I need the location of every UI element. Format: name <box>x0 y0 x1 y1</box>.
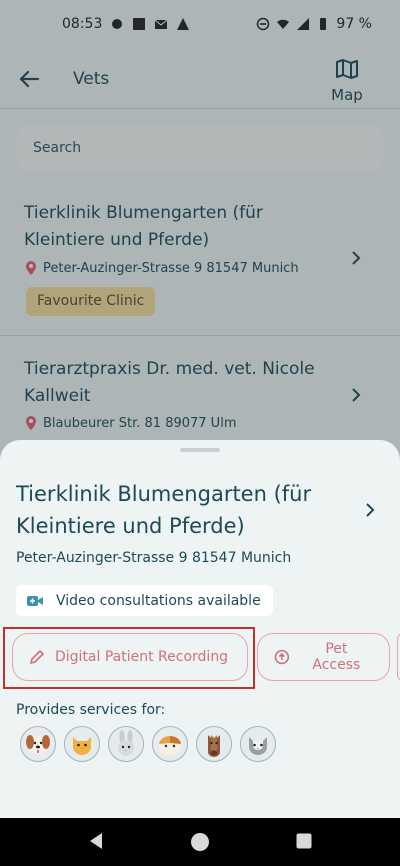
recents-nav-icon[interactable] <box>296 833 312 849</box>
clinic-bottom-sheet: Tierklinik Blumengarten (für Kleintiere … <box>0 440 400 818</box>
status-time: 08:53 <box>62 16 103 32</box>
clinic-address: Peter-Auzinger-Strasse 9 81547 Munich <box>43 260 299 276</box>
highlight-box <box>3 627 255 689</box>
status-bar: 08:53 97 % <box>0 0 400 50</box>
app-bar: Vets Map <box>0 50 400 108</box>
horse-icon <box>196 726 232 762</box>
location-pin-icon <box>26 416 36 430</box>
upload-circle-icon <box>274 649 290 665</box>
battery-percent: 97 % <box>336 16 372 32</box>
rabbit-icon <box>108 726 144 762</box>
chevron-right-icon <box>352 388 361 402</box>
pet-species-list <box>20 726 276 762</box>
battery-icon <box>320 18 327 30</box>
search-input[interactable] <box>17 125 383 171</box>
system-nav-bar <box>0 818 400 866</box>
gmail-icon <box>154 19 168 29</box>
translate-icon <box>133 18 145 30</box>
warning-icon <box>177 18 189 30</box>
chevron-right-icon <box>352 251 361 265</box>
pet-access-label: Pet Access <box>312 641 361 673</box>
map-icon <box>336 59 358 79</box>
dnd-icon <box>257 17 270 31</box>
sheet-clinic-name: Tierklinik Blumengarten (für Kleintiere … <box>16 482 312 538</box>
notification-icons <box>110 17 190 31</box>
app-bar-divider <box>0 108 400 109</box>
guinea-pig-icon <box>152 726 188 762</box>
clinic-name: Tierklinik Blumengarten (für Kleintiere … <box>24 203 263 250</box>
back-nav-icon[interactable] <box>88 832 104 850</box>
drag-handle[interactable] <box>180 448 220 452</box>
favourite-badge: Favourite Clinic <box>26 287 156 316</box>
chevron-right-icon[interactable] <box>364 503 376 517</box>
clinic-address-row: Peter-Auzinger-Strasse 9 81547 Munich <box>24 260 299 276</box>
cat-gray-icon <box>240 726 276 762</box>
cat-icon <box>64 726 100 762</box>
pet-access-button[interactable]: Pet Access <box>257 633 390 681</box>
dog-icon <box>20 726 56 762</box>
sheet-clinic-address: Peter-Auzinger-Strasse 9 81547 Munich <box>16 550 292 566</box>
brightness-icon <box>112 19 122 29</box>
signal-icon <box>297 18 310 30</box>
video-chip-label: Video consultations available <box>56 592 261 609</box>
home-nav-icon[interactable] <box>190 832 210 852</box>
clinic-address-row: Blaubeurer Str. 81 89077 Ulm <box>24 415 236 431</box>
map-label: Map <box>331 86 363 104</box>
system-icons: 97 % <box>256 16 372 32</box>
services-label: Provides services for: <box>16 702 166 718</box>
clinic-address: Blaubeurer Str. 81 89077 Ulm <box>43 415 237 431</box>
video-consultation-chip: Video consultations available <box>16 585 273 616</box>
clinic-name: Tierarztpraxis Dr. med. vet. Nicole Kall… <box>24 359 315 406</box>
list-divider <box>0 335 400 336</box>
back-arrow-icon[interactable] <box>18 68 40 90</box>
video-camera-icon <box>27 595 43 606</box>
map-button[interactable]: Map <box>330 58 364 104</box>
page-title: Vets <box>73 69 110 89</box>
location-pin-icon <box>26 261 36 275</box>
wifi-icon <box>277 19 290 29</box>
